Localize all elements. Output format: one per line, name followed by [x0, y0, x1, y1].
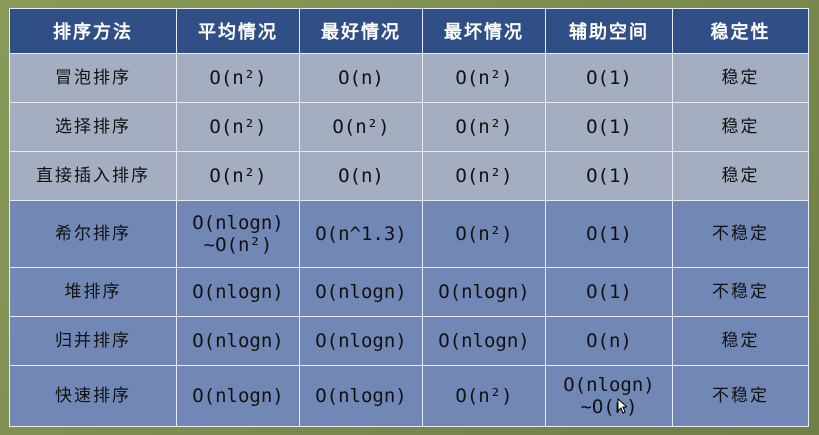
header-space: 辅助空间 — [545, 8, 673, 54]
aux-space: O(nlogn) ~O(n) — [545, 365, 673, 427]
worst-case: O(n²) — [422, 365, 546, 427]
header-worst: 最坏情况 — [422, 8, 546, 54]
header-method: 排序方法 — [9, 8, 177, 54]
aux-space: O(1) — [545, 200, 673, 268]
stability: 稳定 — [672, 316, 809, 366]
aux-space: O(1) — [545, 102, 673, 152]
table-row: 希尔排序 O(nlogn) ~O(n²) O(n^1.3) O(n²) O(1)… — [9, 200, 809, 268]
worst-case: O(n²) — [422, 151, 546, 201]
stability: 不稳定 — [672, 267, 809, 317]
method-name: 归并排序 — [9, 316, 177, 366]
best-case: O(nlogn) — [299, 267, 423, 317]
method-name: 冒泡排序 — [9, 53, 177, 103]
method-name: 希尔排序 — [9, 200, 177, 268]
table-row: 归并排序 O(nlogn) O(nlogn) O(nlogn) O(n) 稳定 — [9, 316, 809, 366]
table-row: 选择排序 O(n²) O(n²) O(n²) O(1) 稳定 — [9, 102, 809, 152]
best-case: O(nlogn) — [299, 316, 423, 366]
worst-case: O(n²) — [422, 200, 546, 268]
best-case: O(n) — [299, 53, 423, 103]
aux-space-line1: O(nlogn) — [563, 374, 655, 396]
average-case: O(n²) — [176, 151, 300, 201]
worst-case: O(n²) — [422, 53, 546, 103]
header-average: 平均情况 — [176, 8, 300, 54]
sorting-algorithm-table: 排序方法 平均情况 最好情况 最坏情况 辅助空间 稳定性 冒泡排序 O(n²) … — [9, 8, 809, 427]
slide-canvas: 排序方法 平均情况 最好情况 最坏情况 辅助空间 稳定性 冒泡排序 O(n²) … — [0, 0, 819, 435]
aux-space: O(1) — [545, 53, 673, 103]
aux-space: O(1) — [545, 267, 673, 317]
method-name: 直接插入排序 — [9, 151, 177, 201]
worst-case: O(n²) — [422, 102, 546, 152]
best-case: O(nlogn) — [299, 365, 423, 427]
worst-case: O(nlogn) — [422, 267, 546, 317]
header-stability: 稳定性 — [672, 8, 809, 54]
method-name: 堆排序 — [9, 267, 177, 317]
aux-space: O(n) — [545, 316, 673, 366]
aux-space: O(1) — [545, 151, 673, 201]
stability: 不稳定 — [672, 365, 809, 427]
table-row: 直接插入排序 O(n²) O(n) O(n²) O(1) 稳定 — [9, 151, 809, 201]
best-case: O(n) — [299, 151, 423, 201]
mouse-cursor-icon — [617, 398, 627, 414]
average-case: O(n²) — [176, 102, 300, 152]
method-name: 选择排序 — [9, 102, 177, 152]
header-best: 最好情况 — [299, 8, 423, 54]
stability: 不稳定 — [672, 200, 809, 268]
worst-case: O(nlogn) — [422, 316, 546, 366]
table-row: 冒泡排序 O(n²) O(n) O(n²) O(1) 稳定 — [9, 53, 809, 103]
table-row: 堆排序 O(nlogn) O(nlogn) O(nlogn) O(1) 不稳定 — [9, 267, 809, 317]
header-row: 排序方法 平均情况 最好情况 最坏情况 辅助空间 稳定性 — [9, 8, 809, 54]
best-case: O(n²) — [299, 102, 423, 152]
stability: 稳定 — [672, 151, 809, 201]
average-case: O(nlogn) — [176, 365, 300, 427]
average-case: O(nlogn) ~O(n²) — [176, 200, 300, 268]
average-case-line2: ~O(n²) — [203, 234, 273, 256]
average-case-line1: O(nlogn) — [192, 212, 284, 234]
stability: 稳定 — [672, 102, 809, 152]
stability: 稳定 — [672, 53, 809, 103]
aux-space-line2: ~O(n) — [580, 396, 638, 418]
average-case: O(n²) — [176, 53, 300, 103]
average-case: O(nlogn) — [176, 316, 300, 366]
average-case: O(nlogn) — [176, 267, 300, 317]
table-row: 快速排序 O(nlogn) O(nlogn) O(n²) O(nlogn) ~O… — [9, 365, 809, 427]
method-name: 快速排序 — [9, 365, 177, 427]
best-case: O(n^1.3) — [299, 200, 423, 268]
